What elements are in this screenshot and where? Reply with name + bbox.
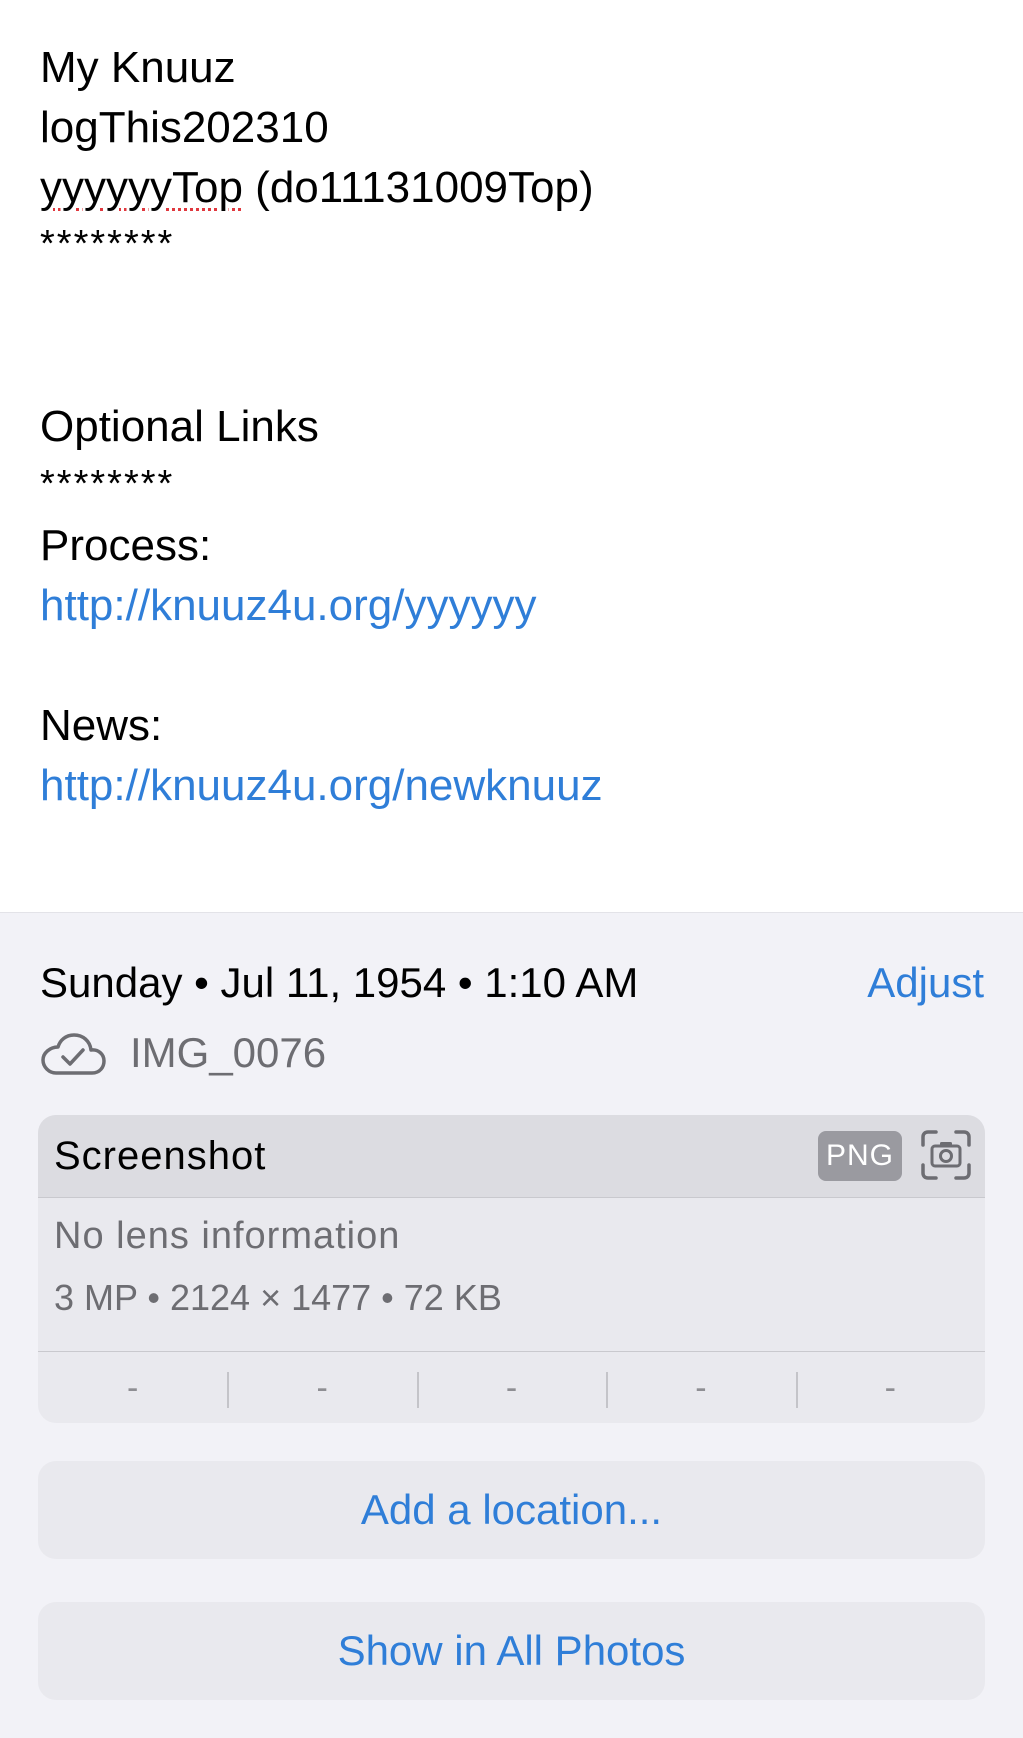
- metadata-card: Screenshot PNG No lens information 3 MP …: [38, 1115, 985, 1423]
- image-size-info: 3 MP • 2124 × 1477 • 72 KB: [54, 1277, 502, 1318]
- caption-optional-heading: Optional Links: [40, 402, 319, 451]
- add-location-button[interactable]: Add a location...: [38, 1461, 985, 1559]
- caption-line-title: My Knuuz: [40, 43, 236, 92]
- photo-datetime: Sunday • Jul 11, 1954 • 1:10 AM: [40, 959, 639, 1006]
- screenshot-camera-icon: [921, 1130, 971, 1180]
- misspelled-word[interactable]: yyyyyyTop: [40, 163, 243, 212]
- exif-focal-length: -: [227, 1352, 416, 1423]
- caption-process-label: Process:: [40, 521, 212, 570]
- exif-shutter-speed: -: [795, 1352, 985, 1423]
- exif-aperture: -: [606, 1352, 795, 1423]
- file-name: IMG_0076: [130, 1029, 327, 1076]
- icloud-synced-icon: [41, 1033, 106, 1075]
- caption-line-log: logThis202310: [40, 103, 329, 152]
- exif-row: - - - - -: [38, 1351, 985, 1423]
- metadata-title: Screenshot: [54, 1134, 267, 1178]
- caption-stars-2: ********: [40, 463, 175, 505]
- caption-line-top: yyyyyyTop (do11131009Top): [40, 158, 594, 218]
- process-link[interactable]: http://knuuz4u.org/yyyyyy: [40, 576, 536, 636]
- caption-area[interactable]: My Knuuz logThis202310 yyyyyyTop (do1113…: [0, 0, 1023, 912]
- adjust-button[interactable]: Adjust: [867, 953, 984, 1013]
- exif-exposure-value: -: [416, 1352, 606, 1423]
- caption-stars-1: ********: [40, 223, 175, 265]
- caption-news-label: News:: [40, 701, 163, 750]
- photo-info-panel: Sunday • Jul 11, 1954 • 1:10 AM Adjust I…: [0, 912, 1023, 1738]
- lens-info: No lens information: [54, 1215, 401, 1257]
- date-row: Sunday • Jul 11, 1954 • 1:10 AM Adjust: [40, 953, 984, 1013]
- metadata-header: Screenshot PNG: [38, 1115, 985, 1198]
- show-in-all-photos-button[interactable]: Show in All Photos: [38, 1602, 985, 1700]
- news-link[interactable]: http://knuuz4u.org/newknuuz: [40, 756, 603, 816]
- caption-line-top-rest: (do11131009Top): [242, 163, 594, 212]
- exif-iso: -: [127, 1369, 139, 1407]
- file-row: IMG_0076: [40, 1023, 640, 1083]
- format-badge: PNG: [818, 1131, 902, 1181]
